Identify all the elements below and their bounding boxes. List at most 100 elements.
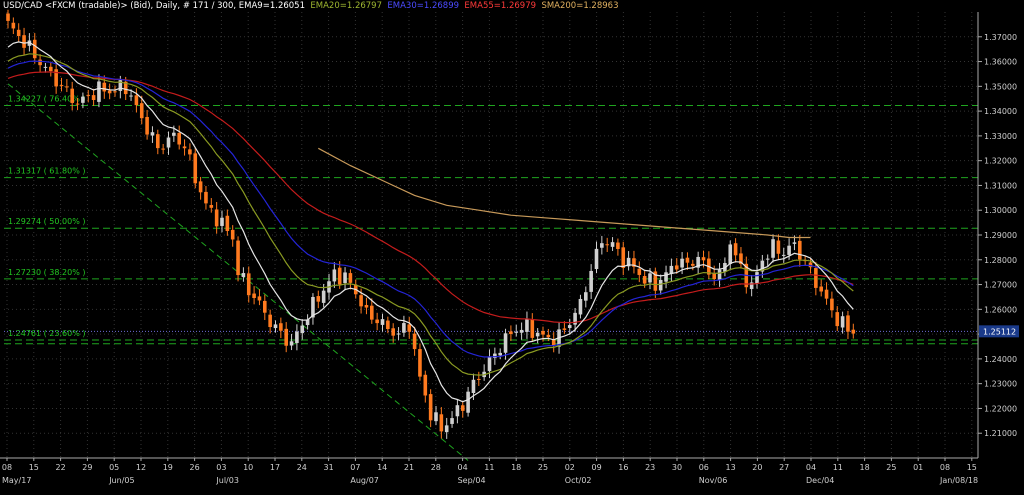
x-tick-label: 13	[726, 463, 736, 472]
candle-body	[546, 334, 551, 338]
x-tick-label: 18	[860, 463, 870, 472]
candle-body	[439, 414, 444, 432]
candle-body	[150, 132, 155, 136]
x-tick-label: 18	[511, 463, 521, 472]
candle-body	[755, 272, 759, 284]
candle-body	[610, 242, 615, 247]
candle-body	[733, 243, 738, 256]
x-tick-label: 08	[2, 463, 12, 472]
candle-body	[236, 240, 240, 276]
candle-body	[396, 333, 401, 335]
y-tick-label: 1.21000	[984, 429, 1017, 438]
x-tick-label: 03	[216, 463, 226, 472]
candle-body	[230, 229, 235, 240]
y-tick-label: 1.24000	[984, 355, 1017, 364]
candle-body	[701, 257, 706, 261]
candle-body	[11, 22, 16, 29]
header-ema30: EMA30=1.26899	[387, 1, 460, 11]
y-tick-label: 1.32000	[984, 157, 1017, 166]
candle-body	[129, 95, 133, 97]
candle-body	[402, 323, 406, 333]
candle-body	[343, 272, 347, 284]
x-tick-label: 15	[967, 463, 977, 472]
candle-body	[252, 293, 256, 298]
candle-body	[851, 329, 856, 334]
candle-body	[444, 425, 449, 433]
x-tick-label: 10	[243, 463, 253, 472]
candle-body	[680, 258, 684, 268]
header-ema55: EMA55=1.26979	[464, 1, 537, 11]
x-tick-label: 24	[297, 463, 307, 472]
candle-body	[621, 247, 626, 268]
candle-body	[193, 153, 198, 184]
candle-body	[503, 333, 508, 353]
current-price-label: 1.25112	[983, 327, 1016, 336]
candle-body	[70, 88, 74, 103]
candle-body	[182, 146, 187, 149]
candle-body	[97, 81, 101, 102]
x-tick-label: 25	[538, 463, 548, 472]
candle-body	[241, 273, 246, 277]
candle-body	[380, 319, 385, 325]
chart: 1.34227 ( 76.40% ) 1.31317 ( 61.80% ) 1.29…	[0, 0, 1024, 491]
y-tick-label: 1.30000	[984, 206, 1017, 215]
x-month-label: May/17	[2, 476, 31, 485]
y-tick-label: 1.29000	[984, 231, 1017, 240]
candle-body	[263, 300, 267, 313]
x-tick-label: 29	[82, 463, 92, 472]
candle-body	[139, 103, 144, 119]
x-tick-label: 01	[913, 463, 923, 472]
candle-body	[418, 349, 422, 377]
candle-body	[273, 324, 278, 329]
x-month-label: Jan/08/18	[939, 476, 978, 485]
candle-body	[509, 331, 513, 335]
x-tick-label: 07	[350, 463, 360, 472]
candle-body	[214, 209, 219, 227]
candle-body	[771, 239, 775, 258]
candle-body	[107, 90, 112, 94]
x-tick-label: 16	[618, 463, 628, 472]
candle-body	[38, 59, 42, 66]
candle-body	[664, 272, 668, 282]
candle-body	[279, 323, 283, 331]
candle-body	[642, 276, 647, 284]
candle-body	[91, 95, 96, 101]
candle-body	[584, 292, 588, 301]
candle-body	[477, 378, 481, 380]
x-tick-label: 26	[190, 463, 200, 472]
candle-body	[412, 333, 417, 350]
x-tick-label: 02	[565, 463, 575, 472]
x-tick-label: 12	[136, 463, 146, 472]
candle-body	[578, 298, 583, 315]
candle-body	[364, 305, 369, 308]
x-tick-label: 28	[431, 463, 441, 472]
candle-body	[514, 331, 519, 333]
candle-body	[113, 91, 117, 93]
candle-body	[487, 356, 492, 372]
candle-body	[225, 215, 230, 232]
candle-body	[145, 116, 149, 135]
x-tick-label: 11	[833, 463, 843, 472]
candle-body	[600, 243, 604, 248]
candle-body	[781, 254, 786, 256]
x-month-label: Dec/04	[806, 476, 834, 485]
candle-body	[337, 267, 342, 285]
candle-body	[450, 418, 454, 424]
chart-header: USD/CAD <FXCM (tradable)> (Bid), Daily, …	[3, 1, 619, 11]
candle-body	[637, 268, 642, 275]
candle-body	[391, 328, 395, 336]
candle-body	[471, 379, 476, 393]
candle-body	[535, 332, 540, 337]
candle-body	[300, 325, 305, 334]
candle-body	[161, 148, 165, 150]
candle-body	[6, 13, 10, 21]
candle-body	[835, 312, 840, 327]
y-tick-label: 1.28000	[984, 256, 1017, 265]
x-tick-label: 21	[404, 463, 414, 472]
candle-body	[359, 295, 363, 307]
x-tick-label: 31	[324, 463, 334, 472]
candle-body	[840, 316, 845, 328]
fib-level-label: 1.24761 ( 23.60% )	[8, 329, 85, 338]
candle-body	[798, 240, 802, 260]
x-tick-label: 22	[56, 463, 66, 472]
